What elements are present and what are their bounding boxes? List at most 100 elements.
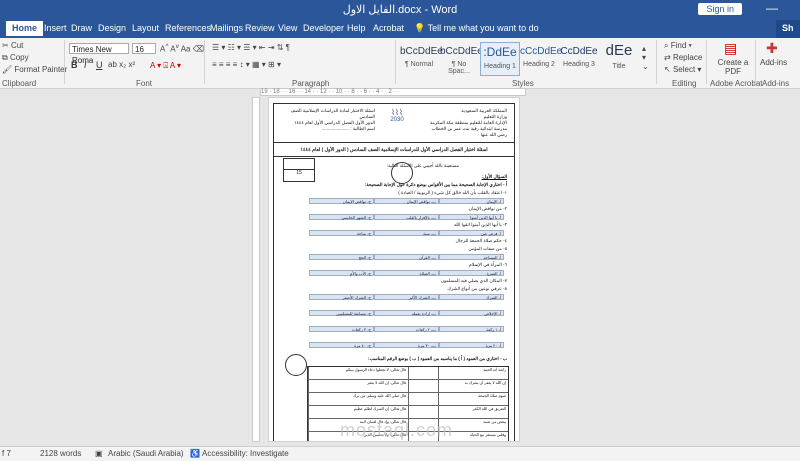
word-count[interactable]: 2128 words [40,449,81,458]
logo-text: 2030 [390,117,404,123]
page-count[interactable]: f 7 [2,449,11,458]
style-heading-1[interactable]: :DdEe Heading 1 [480,42,520,76]
answer-option: ب- ٣٠ مرة [374,342,439,348]
style-normal[interactable]: bCcDdEe ¶ Normal [400,42,443,74]
style-sample: cCcDdEe [520,46,563,57]
tab-view[interactable]: View [278,23,297,33]
horizontal-ruler[interactable]: 19 · 18 · · 16 · · 14 · · 12 · · 10 · · … [260,88,526,96]
copy-button[interactable]: ⧉ Copy [2,53,29,63]
answer-option: ب- الشرك الأكبر [374,294,439,300]
accessibility-status[interactable]: Accessibility: Investigate [202,449,289,458]
tab-references[interactable]: References [165,23,211,33]
answer-option: ج- الشرك الأصغر [309,294,374,300]
font-color-icon[interactable]: A ▾ ⍓ A ▾ [150,61,181,71]
bullets-icon[interactable]: ☰ ▾ ☷ ▾ ☰ ▾ ⇤ ⇥ ⇅ ¶ [212,43,290,52]
format-painter-button[interactable]: 🖌 Format Painter [2,65,67,74]
tell-me-search[interactable]: 💡 Tell me what you want to do [414,23,539,34]
separator [656,40,657,84]
exam-title: اسئلة اختبار الفصل الدراسي الأول للدراسا… [300,148,488,153]
divider [274,156,514,157]
tab-insert[interactable]: Insert [44,23,67,33]
question-line: ٢- من نواقض الإيمان [468,206,507,211]
document-page[interactable]: المملكة العربية السعودية وزارة التعليم ا… [268,97,520,442]
table-cell: التفريق في الله الكفر [438,406,508,418]
sign-in-button[interactable]: Sign in [698,3,742,15]
style-no-spacing[interactable]: bCcDdEe ¶ No Spac... [440,42,483,75]
table-row: رابعة أنه الحمد قال تعالى: لا تجعلوا دعا… [308,367,508,380]
separator [204,40,205,84]
styles-scroll-icon[interactable]: ▴ ▾ ⌄ [642,44,649,71]
tab-design[interactable]: Design [98,23,126,33]
bold-button[interactable]: B [71,60,78,70]
answer-option: ب- الصلاة [374,270,439,276]
select-button[interactable]: ↖ Select ▾ [664,65,701,74]
replace-button[interactable]: ⇄ Replace [664,53,702,62]
separator [755,40,756,84]
language-status[interactable]: Arabic (Saudi Arabia) [108,449,184,458]
style-sample: :DdEe [483,45,517,59]
question-1-heading: السؤال الأول: [481,174,508,179]
question-line: ٤- حكم صلاة الجمعة للرجال [455,238,507,243]
question-1b-text: ب - اختاري من العمود ( أ ) ما يناسبه من … [367,356,507,361]
answer-row: أ- ١ ركعة ب- ٢ ركعات ج- ٣ ركعات [309,326,504,332]
tab-draw[interactable]: Draw [71,23,92,33]
strikethrough-icon[interactable]: ab x₂ x² [108,60,135,69]
italic-button[interactable]: I [84,60,87,70]
table-cell: قال تعالى: إن الله لا يغفر [308,380,408,392]
style-heading-2[interactable]: cCcDdEe Heading 2 [520,42,563,74]
tab-layout[interactable]: Layout [132,23,159,33]
cut-button[interactable]: ✂ Cut [2,41,23,50]
answer-option: ج- نواقض الإيمان [309,198,374,204]
create-pdf-button[interactable]: Create a PDF [716,58,750,76]
find-button[interactable]: ⌕ Find ▾ [664,41,692,51]
header-right: المملكة العربية السعودية وزارة التعليم ا… [427,108,507,138]
tab-review[interactable]: Review [245,23,275,33]
style-title[interactable]: dEe Title [600,42,638,74]
answer-option: ب- القرآن [374,254,439,260]
pdf-icon[interactable]: ▤ [724,40,737,57]
underline-button[interactable]: U [96,60,103,70]
question-line: ٦- المرأة في الإسلام [469,262,507,267]
question-1a-text: أ - اختاري الإجابة الصحيحة مما بين الأقو… [364,182,507,187]
tab-help[interactable]: Help [347,23,366,33]
font-group-label: Font [136,79,153,88]
addins-button[interactable]: Add-ins [760,58,787,67]
answer-option: أ- فرض عين [439,230,504,236]
answer-option: أ- يا أيها الذين آمنوا [439,214,504,220]
tab-acrobat[interactable]: Acrobat [373,23,404,33]
answer-option: ج- ٣ ركعات [309,326,374,332]
answer-option: أ- الإيمان [439,198,504,204]
vertical-ruler[interactable] [252,97,260,442]
answer-row: أ- فرض عين ب- سنة ج- مباحة [309,230,504,236]
addins-icon[interactable]: ✚ [766,40,778,57]
tab-mailings[interactable]: Mailings [210,23,243,33]
accessibility-icon[interactable]: ♿ [190,449,200,458]
align-icon[interactable]: ≡ ≡ ≡ ≡ ↕ ▾ ▦ ▾ ⊞ ▾ [212,60,281,69]
font-size-select[interactable]: 16 [132,43,156,54]
style-heading-3[interactable]: CcDdEe Heading 3 [560,42,598,74]
find-label: Find [670,41,687,50]
cut-label: Cut [10,41,24,50]
answer-option: ب- بالإقرار بالقلب [374,214,439,220]
replace-label: Replace [672,53,703,62]
style-name: ¶ No Spac... [448,61,470,75]
grow-font-icon[interactable]: A^ Av Aa ⌫ [160,43,204,54]
answer-option: ج- الأب والأم [309,270,374,276]
tell-me-label: Tell me what you want to do [427,23,539,33]
table-cell: قال تعالى: إن الشرك لظلم عظيم [308,406,408,418]
table-cell: رابعة أنه الحمد [438,367,508,379]
question-line: ٧- المكان الذي يصلي فيه المسلمون [440,278,507,283]
minimize-icon[interactable]: — [764,1,780,17]
grade-box: 15 [283,158,315,182]
editing-group-label: Editing [672,79,697,88]
font-name-select[interactable]: Times New Roma [69,43,129,65]
tab-home[interactable]: Home [6,21,44,36]
styles-group-label: Styles [512,79,534,88]
search-icon: ⌕ [664,41,669,50]
addins-group-label: Add-ins [762,79,790,88]
style-sample: bCcDdEe [440,46,483,57]
table-row: التفريق في الله الكفر قال تعالى: إن الشر… [308,406,508,419]
share-button[interactable]: Sh [776,20,800,38]
tab-developer[interactable]: Developer [303,23,344,33]
proofing-icon[interactable]: ▣ [95,449,103,458]
